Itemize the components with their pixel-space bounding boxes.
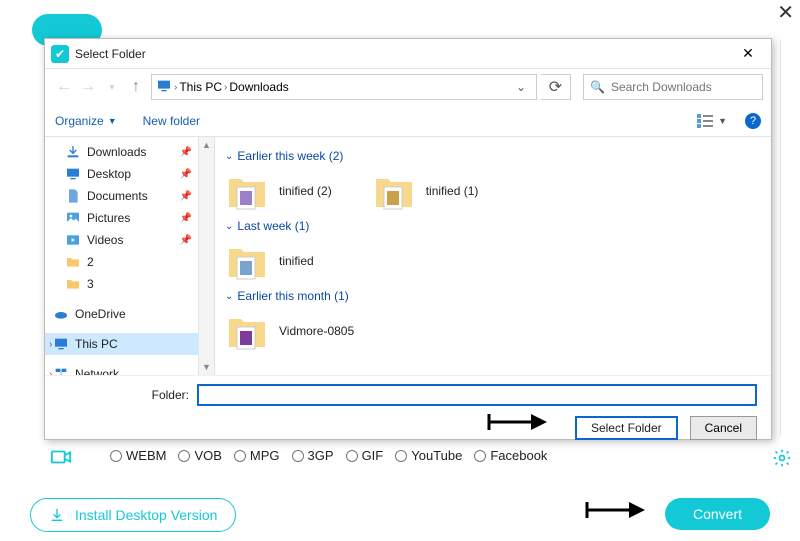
group-header[interactable]: ⌄Earlier this month (1) (225, 289, 761, 303)
chevron-down-icon: ⌄ (225, 221, 233, 232)
folder-icon (225, 309, 269, 353)
nav-pane: Downloads📌Desktop📌Documents📌Pictures📌Vid… (45, 137, 215, 375)
settings-icon[interactable] (772, 448, 792, 473)
group-header[interactable]: ⌄Earlier this week (2) (225, 149, 761, 163)
address-dropdown-button[interactable]: ⌄ (510, 80, 532, 94)
thispc-icon (53, 336, 69, 352)
format-radio-youtube[interactable]: YouTube (395, 448, 462, 463)
chevron-down-icon: ⌄ (225, 291, 233, 302)
organize-menu[interactable]: Organize ▼ (55, 114, 117, 128)
folder-item[interactable]: tinified (1) (372, 169, 479, 213)
documents-icon (65, 188, 81, 204)
nav-item-thispc[interactable]: ›This PC (45, 333, 214, 355)
dialog-titlebar: ✔ Select Folder ✕ (45, 39, 771, 69)
help-button[interactable]: ? (745, 113, 761, 129)
nav-item-downloads[interactable]: Downloads📌 (45, 141, 214, 163)
search-input[interactable] (611, 80, 766, 94)
select-folder-dialog: ✔ Select Folder ✕ ← → ▾ ↑ › This PC › Do… (44, 38, 772, 440)
folder-item[interactable]: Vidmore-0805 (225, 309, 354, 353)
search-box[interactable]: 🔍 (583, 74, 763, 100)
address-bar[interactable]: › This PC › Downloads ⌄ (151, 74, 537, 100)
scroll-down-icon[interactable]: ▼ (199, 359, 214, 375)
install-label: Install Desktop Version (75, 507, 217, 523)
download-icon (49, 507, 65, 523)
nav-row: ← → ▾ ↑ › This PC › Downloads ⌄ ⟳ 🔍 (45, 69, 771, 105)
folder-input[interactable] (197, 384, 757, 406)
new-folder-button[interactable]: New folder (143, 114, 200, 128)
convert-button[interactable]: Convert (665, 498, 770, 530)
folder-icon (65, 276, 81, 292)
pictures-icon (65, 210, 81, 226)
dialog-button-row: Select Folder Cancel (45, 410, 771, 450)
folder-label: Folder: (59, 388, 189, 402)
network-icon (53, 366, 69, 375)
pc-icon (156, 78, 172, 97)
nav-item-desktop[interactable]: Desktop📌 (45, 163, 214, 185)
nav-item-2[interactable]: 2 (45, 251, 214, 273)
format-radio-facebook[interactable]: Facebook (474, 448, 547, 463)
pin-icon: 📌 (180, 147, 192, 158)
app-icon: ✔ (51, 45, 69, 63)
nav-item-3[interactable]: 3 (45, 273, 214, 295)
breadcrumb-sep: › (174, 82, 177, 93)
videos-icon (65, 232, 81, 248)
nav-up-button[interactable]: ↑ (125, 76, 147, 98)
format-radio-mpg[interactable]: MPG (234, 448, 280, 463)
nav-back-button[interactable]: ← (53, 76, 75, 98)
folder-input-row: Folder: (45, 375, 771, 410)
pin-icon: 📌 (180, 169, 192, 180)
cancel-button[interactable]: Cancel (690, 416, 757, 440)
format-radio-3gp[interactable]: 3GP (292, 448, 334, 463)
format-radio-gif[interactable]: GIF (346, 448, 384, 463)
folder-item[interactable]: tinified (2) (225, 169, 332, 213)
content-pane: ⌄Earlier this week (2) tinified (2) tinifi… (215, 137, 771, 375)
select-folder-button[interactable]: Select Folder (575, 416, 678, 440)
nav-item-videos[interactable]: Videos📌 (45, 229, 214, 251)
annotation-arrow-select (487, 408, 547, 441)
install-desktop-button[interactable]: Install Desktop Version (30, 498, 236, 532)
nav-recent-button[interactable]: ▾ (101, 76, 123, 98)
nav-arrows: ← → ▾ ↑ (53, 76, 147, 98)
folder-icon (225, 169, 269, 213)
group-header[interactable]: ⌄Last week (1) (225, 219, 761, 233)
format-radio-row: WEBM VOB MPG 3GP GIF YouTube Facebook (110, 448, 547, 463)
dialog-close-button[interactable]: ✕ (731, 42, 765, 66)
refresh-button[interactable]: ⟳ (541, 74, 571, 100)
folder-icon (225, 239, 269, 283)
desktop-icon (65, 166, 81, 182)
scroll-up-icon[interactable]: ▲ (199, 137, 214, 153)
folder-icon (372, 169, 416, 213)
nav-forward-button[interactable]: → (77, 76, 99, 98)
nav-scrollbar[interactable]: ▲ ▼ (198, 137, 214, 375)
dialog-title: Select Folder (75, 47, 731, 61)
nav-item-documents[interactable]: Documents📌 (45, 185, 214, 207)
folder-icon (65, 254, 81, 270)
download-icon (65, 144, 81, 160)
onedrive-icon (53, 306, 69, 322)
divider (780, 40, 781, 436)
dialog-toolbar: Organize ▼ New folder ▼ ? (45, 105, 771, 137)
pin-icon: 📌 (180, 235, 192, 246)
folder-item[interactable]: tinified (225, 239, 314, 283)
expand-icon[interactable]: › (49, 369, 52, 376)
nav-item-pictures[interactable]: Pictures📌 (45, 207, 214, 229)
pin-icon: 📌 (180, 213, 192, 224)
nav-item-network[interactable]: ›Network (45, 363, 214, 375)
format-radio-vob[interactable]: VOB (178, 448, 221, 463)
nav-item-onedrive[interactable]: OneDrive (45, 303, 214, 325)
pin-icon: 📌 (180, 191, 192, 202)
view-options-button[interactable]: ▼ (697, 114, 727, 128)
annotation-arrow-convert (585, 496, 645, 529)
breadcrumb-sep: › (224, 82, 227, 93)
dialog-body: Downloads📌Desktop📌Documents📌Pictures📌Vid… (45, 137, 771, 375)
format-radio-webm[interactable]: WEBM (110, 448, 166, 463)
breadcrumb-thispc[interactable]: This PC (179, 80, 222, 94)
breadcrumb-downloads[interactable]: Downloads (229, 80, 288, 94)
close-icon[interactable]: ✕ (777, 0, 794, 25)
search-icon: 🔍 (590, 80, 605, 94)
expand-icon[interactable]: › (49, 339, 52, 350)
chevron-down-icon: ⌄ (225, 151, 233, 162)
